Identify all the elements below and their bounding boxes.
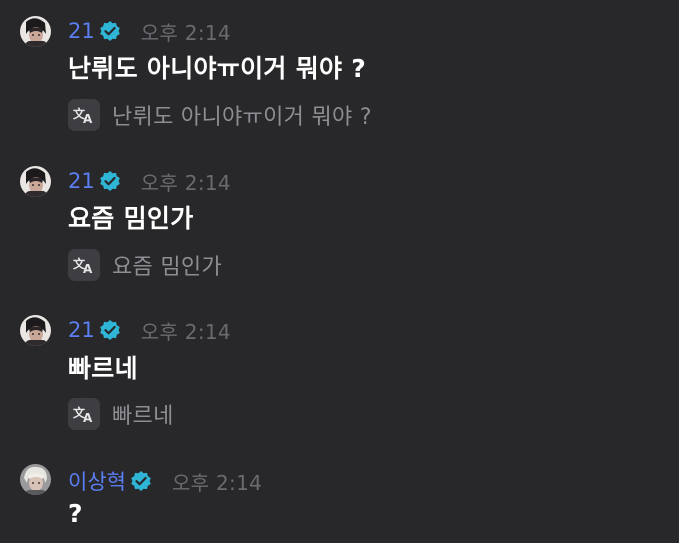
timestamp: 오후 2:14	[140, 319, 231, 344]
svg-text:A: A	[83, 411, 93, 423]
verified-badge-icon	[99, 170, 121, 192]
avatar-21-icon	[20, 315, 51, 346]
avatar-lee-icon	[20, 464, 51, 495]
message-text: 빠르네	[68, 354, 138, 383]
timestamp: 오후 2:14	[140, 170, 231, 195]
username[interactable]: 이상혁	[68, 466, 126, 496]
avatar-21-icon	[20, 16, 51, 47]
translate-icon[interactable]: 文 A	[68, 398, 100, 430]
message-text: 난뤼도 아니야ㅠ이거 뭐야 ?	[68, 54, 367, 83]
translation-row: 文 A 빠르네	[68, 398, 174, 430]
timestamp: 오후 2:14	[140, 20, 231, 45]
verified-badge-icon	[130, 470, 152, 492]
username[interactable]: 21	[68, 318, 95, 342]
verified-badge-icon	[99, 20, 121, 42]
translation-text: 난뤼도 아니야ㅠ이거 뭐야 ?	[112, 105, 372, 130]
user-avatar[interactable]	[20, 315, 51, 346]
message-text: ?	[68, 499, 83, 528]
user-avatar[interactable]	[20, 16, 51, 47]
translation-row: 文 A 난뤼도 아니야ㅠ이거 뭐야 ?	[68, 99, 372, 131]
translate-icon[interactable]: 文 A	[68, 99, 100, 131]
username[interactable]: 21	[68, 19, 95, 43]
svg-text:A: A	[83, 262, 93, 274]
translate-icon[interactable]: 文 A	[68, 249, 100, 281]
message-text: 요즘 밈인가	[68, 204, 194, 233]
translation-text: 요즘 밈인가	[112, 255, 222, 280]
verified-badge-icon	[99, 319, 121, 341]
translation-text: 빠르네	[112, 404, 174, 429]
svg-text:A: A	[83, 112, 93, 124]
timestamp: 오후 2:14	[171, 470, 263, 495]
avatar-21-icon	[20, 166, 51, 197]
user-avatar[interactable]	[20, 464, 51, 495]
username[interactable]: 21	[68, 169, 95, 193]
user-avatar[interactable]	[20, 166, 51, 197]
translation-row: 文 A 요즘 밈인가	[68, 249, 222, 281]
